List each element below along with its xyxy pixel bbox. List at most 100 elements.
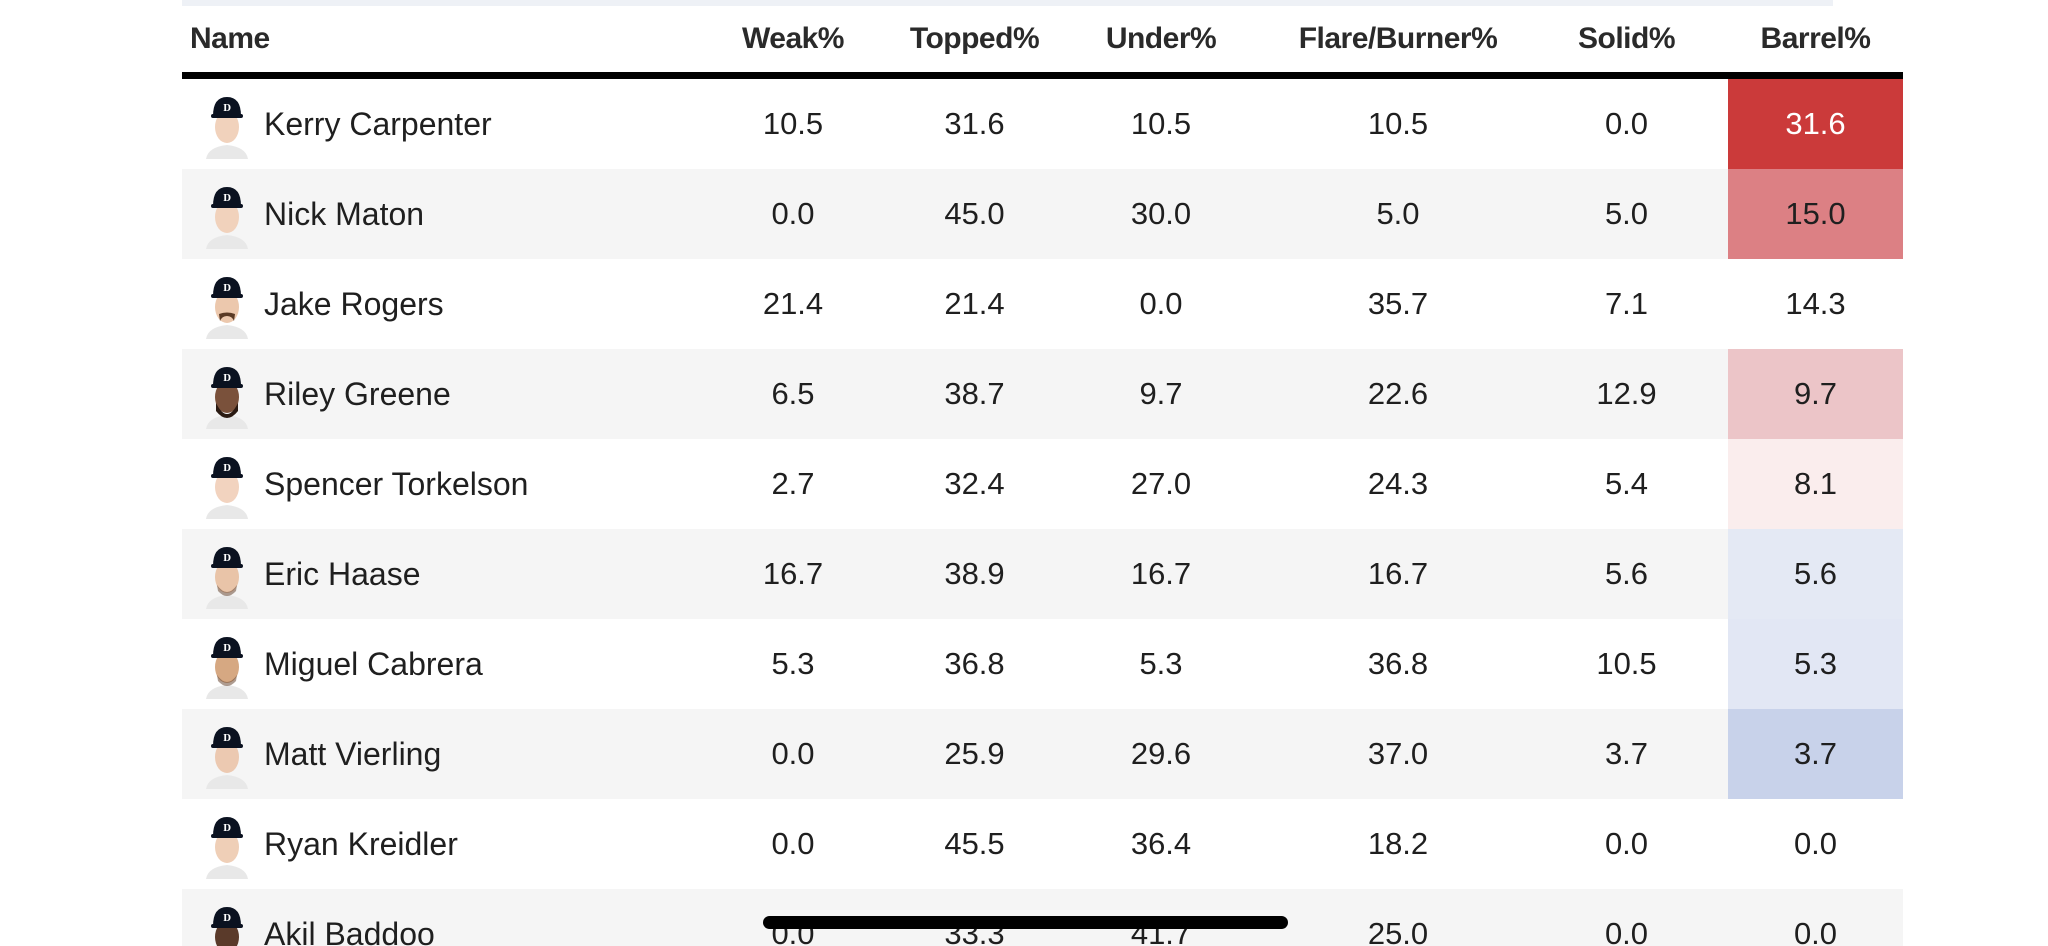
svg-text:D: D	[223, 554, 231, 564]
player-name-wrap: D Miguel Cabrera	[182, 619, 688, 709]
column-header-under[interactable]: Under%	[1051, 6, 1271, 79]
player-name: Nick Maton	[264, 195, 425, 232]
header-row: Name Weak% Topped% Under% Flare/Burner% …	[182, 6, 1903, 79]
weak-cell: 21.4	[688, 259, 898, 349]
flare-cell: 22.6	[1271, 349, 1525, 439]
weak-cell: 16.7	[688, 529, 898, 619]
topped-cell: 45.5	[898, 799, 1051, 889]
under-cell: 0.0	[1051, 259, 1271, 349]
under-cell: 16.7	[1051, 529, 1271, 619]
barrel-cell: 8.1	[1728, 439, 1903, 529]
player-name-wrap: D Spencer Torkelson	[182, 439, 688, 529]
player-name: Matt Vierling	[264, 735, 442, 772]
column-header-weak[interactable]: Weak%	[688, 6, 898, 79]
under-cell: 27.0	[1051, 439, 1271, 529]
flare-cell: 24.3	[1271, 439, 1525, 529]
player-name-wrap: D Ryan Kreidler	[182, 799, 688, 889]
table-row[interactable]: D Miguel Cabrera 5.3 36.8 5.3 36.8 10.5 5.3	[182, 619, 1903, 709]
table-row[interactable]: D Nick Maton 0.0 45.0 30.0 5.0 5.0 15.0	[182, 169, 1903, 259]
barrel-cell: 5.6	[1728, 529, 1903, 619]
batted-ball-table: Name Weak% Topped% Under% Flare/Burner% …	[182, 6, 1903, 946]
player-name-cell[interactable]: D Riley Greene	[182, 349, 688, 439]
svg-text:D: D	[223, 464, 231, 474]
player-name-cell[interactable]: D Jake Rogers	[182, 259, 688, 349]
topped-cell: 31.6	[898, 75, 1051, 169]
player-name-cell[interactable]: D Kerry Carpenter	[182, 75, 688, 169]
svg-text:D: D	[223, 104, 231, 114]
barrel-cell: 14.3	[1728, 259, 1903, 349]
barrel-cell: 31.6	[1728, 75, 1903, 169]
player-name: Eric Haase	[264, 555, 421, 592]
player-name-cell[interactable]: D Eric Haase	[182, 529, 688, 619]
flare-cell: 35.7	[1271, 259, 1525, 349]
solid-cell: 0.0	[1525, 75, 1728, 169]
solid-cell: 5.6	[1525, 529, 1728, 619]
weak-cell: 6.5	[688, 349, 898, 439]
column-header-name[interactable]: Name	[182, 6, 688, 79]
flare-cell: 5.0	[1271, 169, 1525, 259]
flare-cell: 25.0	[1271, 889, 1525, 946]
topped-cell: 36.8	[898, 619, 1051, 709]
player-headshot-icon: D	[202, 449, 252, 519]
player-headshot-icon: D	[202, 899, 252, 946]
player-name-wrap: D Akil Baddoo	[182, 889, 688, 946]
player-name-wrap: D Matt Vierling	[182, 709, 688, 799]
svg-text:D: D	[223, 374, 231, 384]
weak-cell: 5.3	[688, 619, 898, 709]
column-header-solid[interactable]: Solid%	[1525, 6, 1728, 79]
flare-cell: 37.0	[1271, 709, 1525, 799]
weak-cell: 2.7	[688, 439, 898, 529]
player-headshot-icon: D	[202, 179, 252, 249]
table-row[interactable]: D Eric Haase 16.7 38.9 16.7 16.7 5.6 5.6	[182, 529, 1903, 619]
table-row[interactable]: D Matt Vierling 0.0 25.9 29.6 37.0 3.7 3.7	[182, 709, 1903, 799]
player-name-cell[interactable]: D Spencer Torkelson	[182, 439, 688, 529]
table-row[interactable]: D Riley Greene 6.5 38.7 9.7 22.6 12.9 9.7	[182, 349, 1903, 439]
solid-cell: 10.5	[1525, 619, 1728, 709]
player-headshot-icon: D	[202, 719, 252, 789]
player-name-wrap: D Kerry Carpenter	[182, 79, 688, 169]
player-headshot-icon: D	[202, 89, 252, 159]
player-name-cell[interactable]: D Nick Maton	[182, 169, 688, 259]
table-row[interactable]: D Jake Rogers 21.4 21.4 0.0 35.7 7.1 14.3	[182, 259, 1903, 349]
flare-cell: 16.7	[1271, 529, 1525, 619]
under-cell: 36.4	[1051, 799, 1271, 889]
player-name: Riley Greene	[264, 375, 451, 412]
player-name-cell[interactable]: D Miguel Cabrera	[182, 619, 688, 709]
flare-cell: 18.2	[1271, 799, 1525, 889]
flare-cell: 36.8	[1271, 619, 1525, 709]
player-name-wrap: D Jake Rogers	[182, 259, 688, 349]
topped-cell: 21.4	[898, 259, 1051, 349]
solid-cell: 5.0	[1525, 169, 1728, 259]
under-cell: 10.5	[1051, 75, 1271, 169]
column-header-topped[interactable]: Topped%	[898, 6, 1051, 79]
barrel-cell: 9.7	[1728, 349, 1903, 439]
column-header-barrel[interactable]: Barrel%	[1728, 6, 1903, 79]
under-cell: 29.6	[1051, 709, 1271, 799]
svg-text:D: D	[223, 824, 231, 834]
table-row[interactable]: D Spencer Torkelson 2.7 32.4 27.0 24.3 5.4 8.1	[182, 439, 1903, 529]
under-cell: 9.7	[1051, 349, 1271, 439]
player-name-cell[interactable]: D Akil Baddoo	[182, 889, 688, 946]
player-name-wrap: D Eric Haase	[182, 529, 688, 619]
topped-cell: 25.9	[898, 709, 1051, 799]
solid-cell: 0.0	[1525, 799, 1728, 889]
solid-cell: 12.9	[1525, 349, 1728, 439]
solid-cell: 5.4	[1525, 439, 1728, 529]
column-header-flare-burner[interactable]: Flare/Burner%	[1271, 6, 1525, 79]
table-row[interactable]: D Ryan Kreidler 0.0 45.5 36.4 18.2 0.0 0.0	[182, 799, 1903, 889]
flare-cell: 10.5	[1271, 75, 1525, 169]
player-name: Miguel Cabrera	[264, 645, 483, 682]
home-indicator-bar[interactable]	[763, 916, 1288, 929]
table-header: Name Weak% Topped% Under% Flare/Burner% …	[182, 6, 1903, 79]
player-name: Ryan Kreidler	[264, 825, 458, 862]
player-name: Akil Baddoo	[264, 915, 435, 946]
svg-text:D: D	[223, 194, 231, 204]
player-name-wrap: D Riley Greene	[182, 349, 688, 439]
barrel-cell: 15.0	[1728, 169, 1903, 259]
weak-cell: 0.0	[688, 799, 898, 889]
player-name-cell[interactable]: D Ryan Kreidler	[182, 799, 688, 889]
under-cell: 30.0	[1051, 169, 1271, 259]
solid-cell: 3.7	[1525, 709, 1728, 799]
player-name-cell[interactable]: D Matt Vierling	[182, 709, 688, 799]
table-row[interactable]: D Kerry Carpenter 10.5 31.6 10.5 10.5 0.0 31.6	[182, 75, 1903, 169]
